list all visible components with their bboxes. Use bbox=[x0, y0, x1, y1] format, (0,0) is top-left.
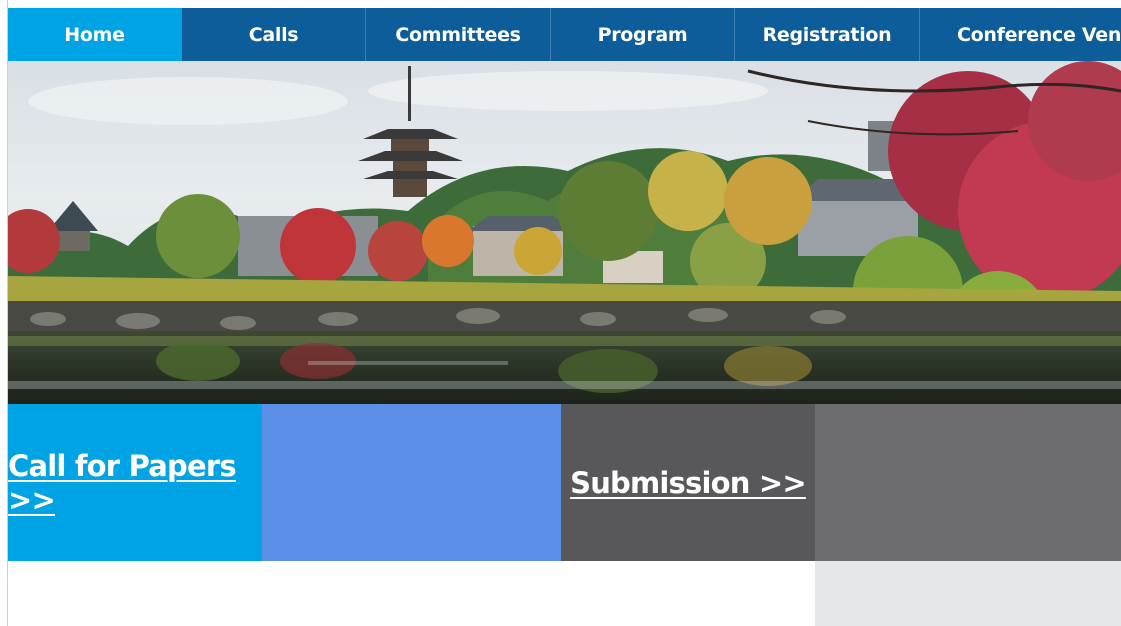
nav-conference-venue-label: Conference Venue bbox=[957, 23, 1121, 46]
nav-home[interactable]: Home bbox=[8, 8, 182, 61]
call-for-papers-tile: Call for Papers >> bbox=[8, 404, 262, 561]
nav-home-label: Home bbox=[64, 23, 125, 46]
nav-calls-label: Calls bbox=[248, 23, 299, 46]
feature-tiles: Call for Papers >> Submission >> bbox=[8, 404, 1121, 561]
hero-banner-image bbox=[8, 61, 1121, 404]
nav-committees-label: Committees bbox=[395, 23, 521, 46]
submission-tile: Submission >> bbox=[561, 404, 815, 561]
blank-blue-tile bbox=[262, 404, 561, 561]
submission-link[interactable]: Submission >> bbox=[570, 466, 807, 500]
nav-registration[interactable]: Registration bbox=[735, 8, 920, 61]
nav-registration-label: Registration bbox=[762, 23, 892, 46]
main-navigation: Home Calls Committees Program Registrati… bbox=[8, 8, 1121, 61]
call-for-papers-link[interactable]: Call for Papers >> bbox=[8, 449, 262, 517]
nav-committees[interactable]: Committees bbox=[366, 8, 551, 61]
nav-conference-venue[interactable]: Conference Venue bbox=[920, 8, 1121, 61]
sidebar-panel bbox=[815, 561, 1121, 626]
nav-program[interactable]: Program bbox=[551, 8, 735, 61]
blank-gray-tile bbox=[815, 404, 1121, 561]
nav-program-label: Program bbox=[597, 23, 688, 46]
hero-landscape-illustration bbox=[8, 61, 1121, 404]
page: Home Calls Committees Program Registrati… bbox=[0, 0, 1121, 626]
nav-calls[interactable]: Calls bbox=[182, 8, 366, 61]
